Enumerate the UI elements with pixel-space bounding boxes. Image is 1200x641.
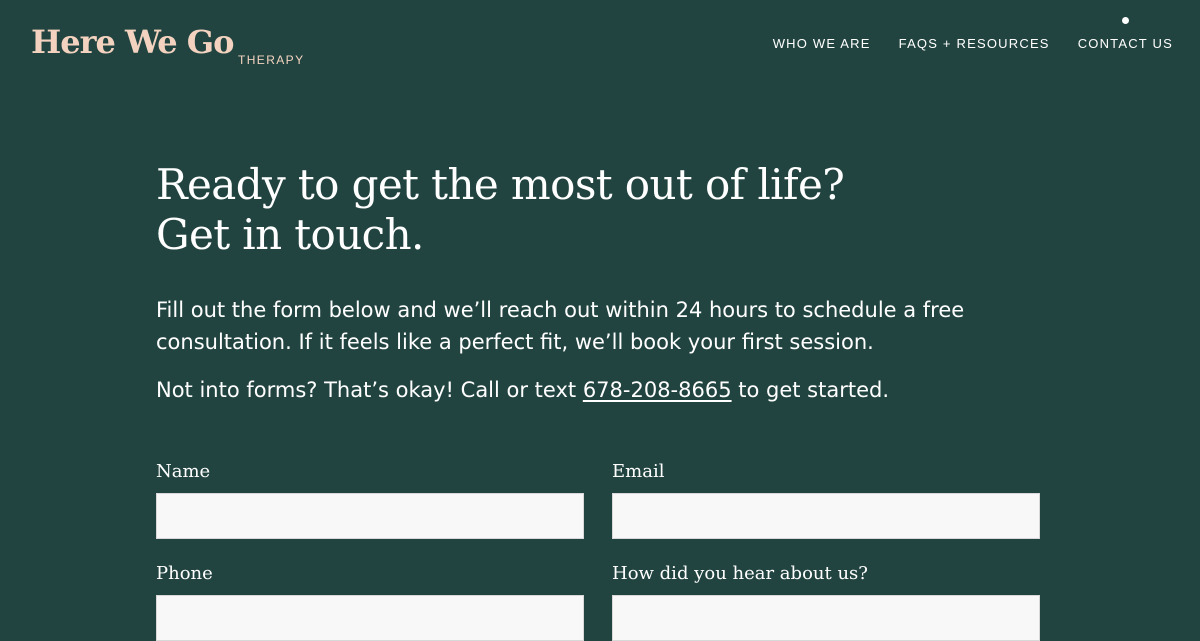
phone-label: Phone xyxy=(156,563,213,584)
phone-link[interactable]: 678-208-8665 xyxy=(583,378,732,402)
brand-name: Here We Go xyxy=(31,23,234,61)
intro-paragraph: Fill out the form below and we’ll reach … xyxy=(156,298,965,354)
email-label: Email xyxy=(612,461,665,482)
name-label: Name xyxy=(156,461,211,482)
call-text-after: to get started. xyxy=(731,378,890,402)
referral-field-group: How did you hear about us? xyxy=(612,562,1040,641)
phone-field-group: Phone xyxy=(156,562,584,641)
brand-subtitle: THERAPY xyxy=(238,53,305,67)
page-title-line-1: Ready to get the most out of life? xyxy=(156,160,845,209)
page-title-line-2: Get in touch. xyxy=(156,210,424,259)
email-field-group: Email xyxy=(612,460,1040,539)
referral-label: How did you hear about us? xyxy=(612,563,868,584)
page-title: Ready to get the most out of life? Get i… xyxy=(156,160,1056,260)
brand-logo-link[interactable]: Here We Go THERAPY xyxy=(31,22,303,67)
nav-contact-us-label: CONTACT US xyxy=(1077,36,1173,51)
main-nav: WHO WE ARE FAQS + RESOURCES CONTACT US xyxy=(773,17,1173,51)
phone-input[interactable] xyxy=(156,595,584,641)
nav-who-we-are[interactable]: WHO WE ARE xyxy=(773,36,871,51)
active-indicator-dot xyxy=(1121,17,1129,24)
email-input[interactable] xyxy=(612,493,1040,539)
referral-input[interactable] xyxy=(612,595,1040,641)
name-input[interactable] xyxy=(156,493,584,539)
site-header: Here We Go THERAPY WHO WE ARE FAQS + RES… xyxy=(0,0,1200,100)
nav-faqs-resources[interactable]: FAQS + RESOURCES xyxy=(899,36,1050,51)
contact-intro: Ready to get the most out of life? Get i… xyxy=(156,160,1056,406)
name-field-group: Name xyxy=(156,460,584,539)
call-or-text-paragraph: Not into forms? That’s okay! Call or tex… xyxy=(156,374,1036,406)
call-text-before: Not into forms? That’s okay! Call or tex… xyxy=(156,378,583,402)
nav-contact-us[interactable]: CONTACT US xyxy=(1077,17,1173,51)
